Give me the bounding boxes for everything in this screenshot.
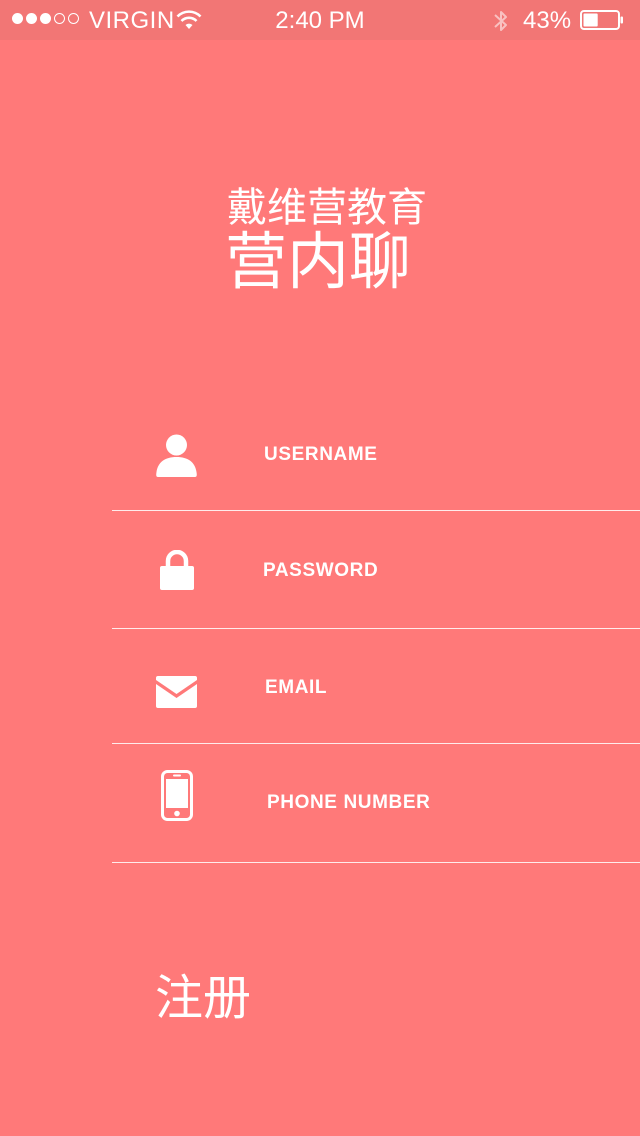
brand-block: 戴维营教育 营内聊 [0,183,640,295]
user-icon [156,434,197,477]
email-label: EMAIL [265,677,328,698]
lock-icon [160,550,194,590]
password-field[interactable]: PASSWORD [112,511,640,629]
envelope-icon [156,676,197,708]
username-label: USERNAME [264,444,378,465]
phone-number-label: PHONE NUMBER [267,792,431,813]
password-label: PASSWORD [263,560,379,581]
bluetooth-icon [494,11,507,31]
phone-icon [161,770,193,821]
phone-number-field[interactable]: PHONE NUMBER [112,744,640,863]
username-field[interactable]: USERNAME [112,396,640,511]
email-field[interactable]: EMAIL [112,629,640,744]
register-button[interactable]: 注册 [155,968,251,1028]
battery-icon [580,10,623,30]
status-bar: VIRGIN 2:40 PM 43% [0,0,640,40]
battery-percent: 43% [523,7,572,34]
app-title: 营内聊 [224,225,411,298]
